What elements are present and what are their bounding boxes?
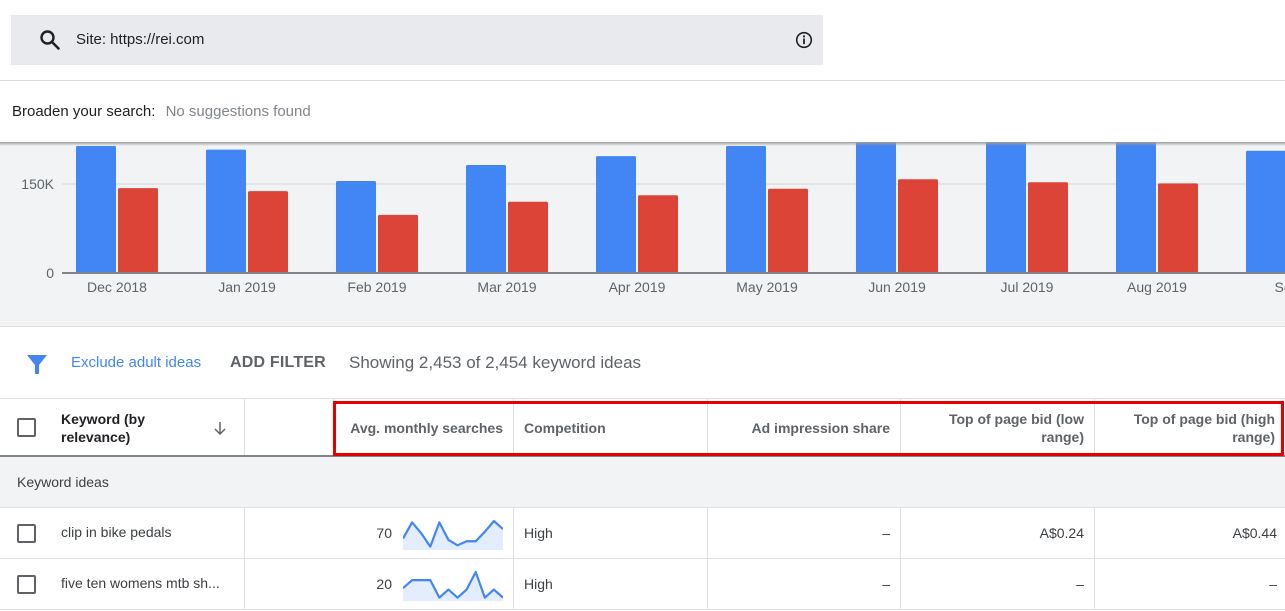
- bar-blue: [986, 142, 1026, 273]
- competition-cell: High: [513, 508, 707, 558]
- arrow-down-icon[interactable]: [212, 420, 228, 436]
- bar-red: [1028, 182, 1068, 273]
- search-input[interactable]: Site: https://rei.com: [76, 31, 204, 48]
- filter-bar: Exclude adult ideas ADD FILTER Showing 2…: [0, 328, 1285, 398]
- header-spacer: [244, 399, 333, 456]
- bid-low-value: A$0.24: [1039, 525, 1084, 541]
- table-row[interactable]: clip in bike pedals 70 High – A$0.24 A$0…: [0, 508, 1285, 559]
- bid-high-value: A$0.44: [1232, 525, 1277, 541]
- header-avg-monthly-searches[interactable]: Avg. monthly searches: [333, 399, 513, 456]
- bar-blue: [1116, 142, 1156, 273]
- ad-impression-cell: –: [707, 508, 900, 558]
- bar-red: [1158, 183, 1198, 273]
- x-tick-label: Jun 2019: [868, 279, 926, 295]
- bar-blue: [466, 165, 506, 273]
- avg-monthly-value: 20: [376, 576, 392, 592]
- bar-red: [248, 191, 288, 273]
- bar-red: [118, 188, 158, 273]
- x-tick-label: Dec 2018: [87, 279, 147, 295]
- chart-svg: 0 150K Dec 2018 Jan 2019 Feb 2019 Mar 2019 Apr…: [21, 142, 1285, 295]
- competition-cell: High: [513, 559, 707, 609]
- table-header: Keyword (by relevance) Avg. monthly sear…: [0, 398, 1285, 458]
- row-checkbox[interactable]: [17, 575, 36, 594]
- avg-monthly-cell: 70: [244, 508, 394, 558]
- keyword-cell: five ten womens mtb sh...: [0, 559, 244, 609]
- bar-red: [378, 214, 418, 273]
- bar-red: [508, 201, 548, 273]
- bar-red: [638, 195, 678, 273]
- header-ad-impression-share[interactable]: Ad impression share: [707, 399, 900, 456]
- bid-low-cell: A$0.24: [900, 508, 1094, 558]
- x-tick-label: Jul 2019: [1001, 279, 1054, 295]
- bar-blue: [856, 142, 896, 273]
- table-row[interactable]: five ten womens mtb sh... 20 High – – –: [0, 559, 1285, 610]
- header-bid-low[interactable]: Top of page bid (low range): [900, 399, 1094, 456]
- search-volume-chart: 0 150K Dec 2018 Jan 2019 Feb 2019 Mar 2019 Apr…: [0, 142, 1285, 327]
- bar-blue: [336, 181, 376, 273]
- header-keyword[interactable]: Keyword (by relevance): [0, 399, 244, 456]
- bar-blue: [76, 146, 116, 273]
- bar-blue: [1246, 150, 1285, 273]
- bid-low-cell: –: [900, 559, 1094, 609]
- search-bar[interactable]: Site: https://rei.com: [11, 15, 823, 65]
- header-bid-low-label: Top of page bid (low range): [948, 410, 1084, 445]
- ad-impression-cell: –: [707, 559, 900, 609]
- filter-icon[interactable]: [25, 352, 49, 376]
- broaden-search: Broaden your search: No suggestions foun…: [12, 103, 311, 120]
- bar-blue: [206, 149, 246, 273]
- sparkline-area: [403, 521, 503, 550]
- keyword-text: five ten womens mtb sh...: [61, 575, 220, 591]
- y-tick-label: 150K: [21, 176, 54, 192]
- keyword-cell: clip in bike pedals: [0, 508, 244, 558]
- x-tick-label: Sep: [1275, 279, 1285, 295]
- chart-top-shadow: [0, 142, 1285, 146]
- x-tick-label: Jan 2019: [218, 279, 276, 295]
- group-label: Keyword ideas: [17, 474, 109, 490]
- search-icon: [40, 30, 60, 50]
- broaden-value: No suggestions found: [165, 103, 311, 120]
- competition-value: High: [524, 576, 553, 592]
- avg-monthly-cell: 20: [244, 559, 394, 609]
- competition-value: High: [524, 525, 553, 541]
- exclude-adult-ideas-link[interactable]: Exclude adult ideas: [71, 354, 201, 371]
- trend-sparkline: [403, 519, 503, 550]
- trend-sparkline: [403, 570, 503, 601]
- select-all-checkbox[interactable]: [17, 418, 36, 437]
- add-filter-button[interactable]: ADD FILTER: [230, 354, 326, 372]
- ad-impression-value: –: [882, 525, 890, 541]
- bar-blue: [726, 146, 766, 273]
- group-row-keyword-ideas: Keyword ideas: [0, 457, 1285, 508]
- bar-red: [898, 179, 938, 273]
- header-bid-high-label: Top of page bid (high range): [1133, 410, 1275, 445]
- broaden-label: Broaden your search:: [12, 103, 156, 120]
- header-competition-label: Competition: [524, 419, 606, 436]
- keyword-text: clip in bike pedals: [61, 524, 172, 540]
- x-tick-label: Mar 2019: [477, 279, 536, 295]
- avg-monthly-value: 70: [376, 525, 392, 541]
- header-competition[interactable]: Competition: [513, 399, 707, 456]
- bar-blue: [596, 156, 636, 273]
- header-bid-high[interactable]: Top of page bid (high range): [1094, 399, 1285, 456]
- header-keyword-label: Keyword (by relevance): [61, 411, 146, 445]
- info-icon[interactable]: [795, 31, 813, 49]
- divider: [0, 80, 1285, 81]
- y-tick-label: 0: [46, 265, 54, 281]
- bid-high-cell: A$0.44: [1094, 508, 1285, 558]
- x-tick-label: Feb 2019: [347, 279, 406, 295]
- bid-low-value: –: [1076, 576, 1084, 592]
- bid-high-value: –: [1269, 576, 1277, 592]
- results-count: Showing 2,453 of 2,454 keyword ideas: [349, 353, 642, 372]
- ad-impression-value: –: [882, 576, 890, 592]
- row-checkbox[interactable]: [17, 524, 36, 543]
- bid-high-cell: –: [1094, 559, 1285, 609]
- x-tick-label: Aug 2019: [1127, 279, 1187, 295]
- sparkline-area: [403, 572, 503, 601]
- bar-red: [768, 188, 808, 273]
- x-tick-label: Apr 2019: [609, 279, 666, 295]
- header-ad-impression-label: Ad impression share: [751, 419, 891, 436]
- x-tick-label: May 2019: [736, 279, 798, 295]
- header-avg-monthly-label: Avg. monthly searches: [350, 419, 503, 436]
